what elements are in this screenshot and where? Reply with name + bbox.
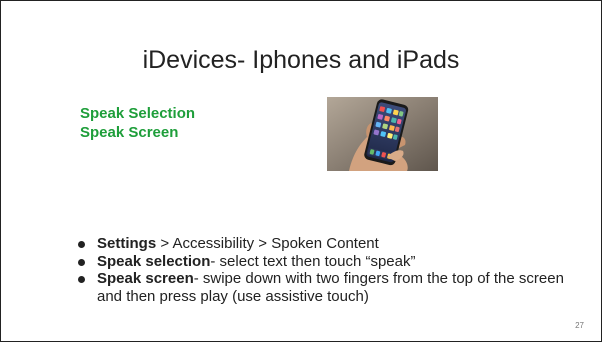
phone-photo-icon xyxy=(327,97,438,171)
bullet-text: > Accessibility > Spoken Content xyxy=(156,235,379,252)
bullet-dot-icon xyxy=(78,276,85,283)
list-item: Speak screen- swipe down with two finger… xyxy=(77,270,587,305)
bullet-bold-label: Speak selection xyxy=(97,252,211,270)
bullet-bold-label: Speak screen xyxy=(97,270,194,287)
bullet-dot-icon xyxy=(78,258,85,266)
bullet-bold-label: Settings xyxy=(97,235,157,252)
page-number: 27 xyxy=(575,321,584,330)
slide-title: iDevices- Iphones and iPads xyxy=(142,46,460,74)
list-item: Settings > Accessibility > Spoken Conten… xyxy=(77,235,587,253)
subheadings: Speak Selection Speak Screen xyxy=(80,104,195,142)
subheading-speak-selection: Speak Selection xyxy=(80,105,196,122)
slide: iDevices- Iphones and iPads Speak Select… xyxy=(0,0,602,342)
hand-holding-phone-photo xyxy=(327,97,438,171)
subheading-speak-screen: Speak Screen xyxy=(80,124,179,141)
bullet-text: - select text then touch “speak” xyxy=(210,252,416,270)
list-item: Speak selection- select text then touch … xyxy=(77,253,587,271)
bullet-list: Settings > Accessibility > Spoken Conten… xyxy=(77,235,587,305)
bullet-dot-icon xyxy=(78,241,85,248)
